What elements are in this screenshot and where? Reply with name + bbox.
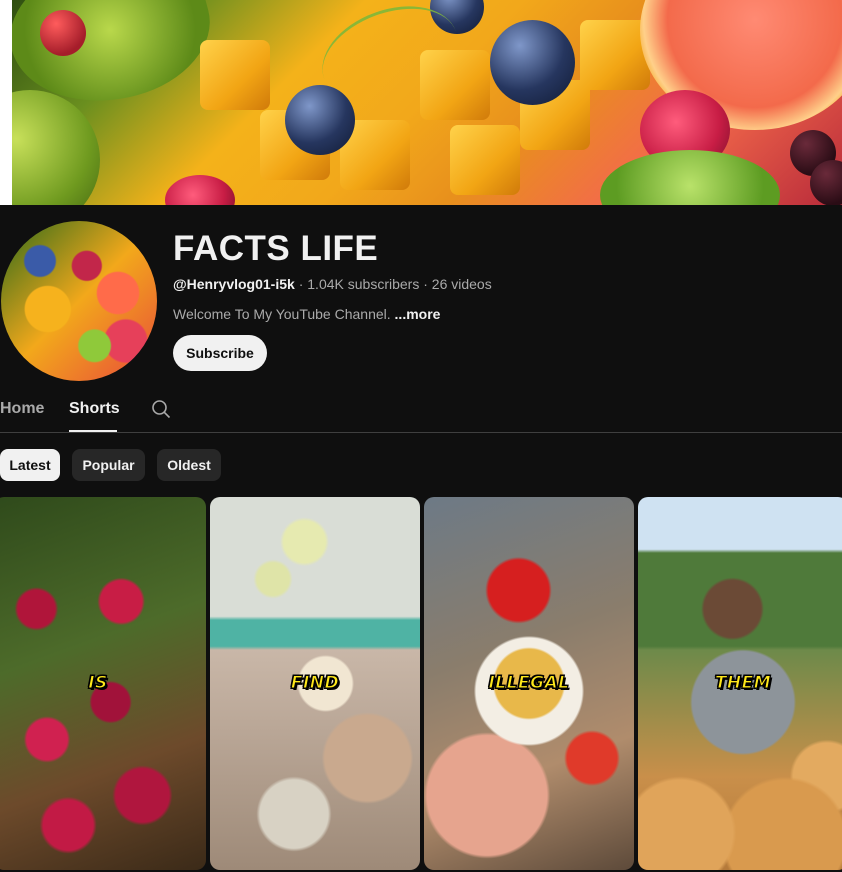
filter-oldest[interactable]: Oldest: [157, 449, 221, 481]
short-caption: FIND: [290, 673, 340, 694]
short-caption: ILLEGAL: [488, 673, 570, 694]
channel-tabs: Home Shorts: [0, 392, 842, 433]
channel-title: FACTS LIFE: [173, 229, 379, 268]
tab-home[interactable]: Home: [0, 400, 44, 418]
meta-separator: ·: [419, 276, 432, 292]
short-caption: THEM: [714, 673, 772, 694]
subscriber-count: 1.04K subscribers: [307, 276, 420, 292]
filter-latest[interactable]: Latest: [0, 449, 60, 481]
channel-handle: @Henryvlog01-i5k: [173, 276, 295, 292]
tab-shorts[interactable]: Shorts: [69, 400, 120, 418]
channel-banner: [0, 0, 842, 205]
channel-avatar[interactable]: [1, 221, 157, 381]
filter-popular[interactable]: Popular: [72, 449, 145, 481]
short-caption: IS: [88, 673, 108, 694]
description-text: Welcome To My YouTube Channel.: [173, 306, 391, 322]
channel-meta: @Henryvlog01-i5k · 1.04K subscribers · 2…: [173, 276, 492, 292]
video-count: 26 videos: [431, 276, 492, 292]
short-thumbnail[interactable]: FIND: [210, 497, 420, 870]
short-thumbnail[interactable]: ILLEGAL: [424, 497, 634, 870]
active-tab-indicator: [69, 430, 117, 432]
search-icon[interactable]: [151, 399, 171, 419]
short-thumbnail[interactable]: THEM: [638, 497, 842, 870]
short-thumbnail[interactable]: IS: [0, 497, 206, 870]
meta-separator: ·: [294, 276, 308, 292]
subscribe-button[interactable]: Subscribe: [173, 335, 267, 371]
channel-description[interactable]: Welcome To My YouTube Channel. ...more: [173, 306, 440, 322]
more-link[interactable]: ...more: [395, 306, 441, 322]
